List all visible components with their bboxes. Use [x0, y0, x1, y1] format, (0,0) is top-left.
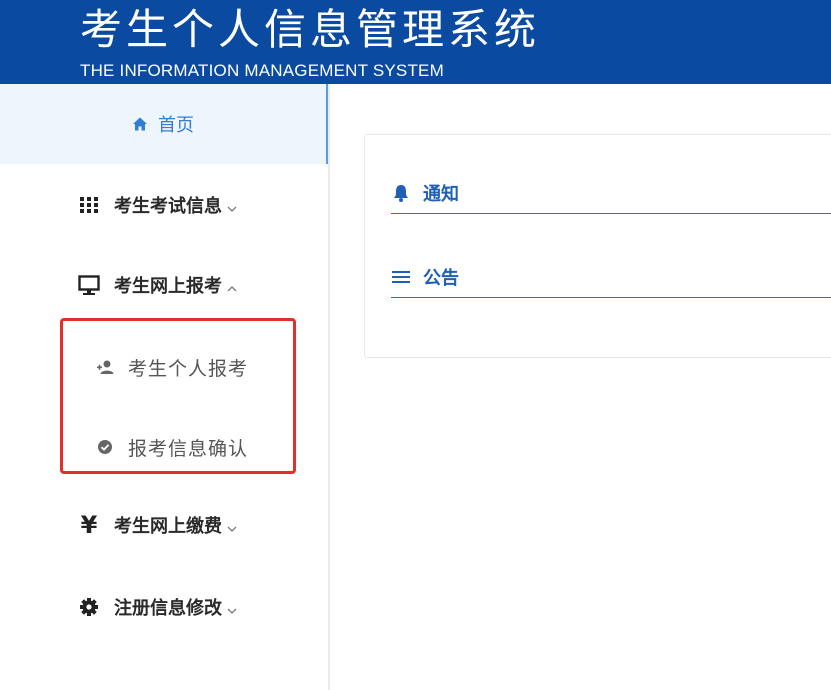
app-header: 考生个人信息管理系统 THE INFORMATION MANAGEMENT SY… [0, 0, 831, 84]
sidebar-item-online-registration[interactable]: 考生网上报考 [78, 270, 238, 300]
menu-lines-icon [391, 267, 411, 287]
chevron-up-icon [226, 279, 238, 292]
sidebar-item-online-payment[interactable]: ¥ 考生网上缴费 [78, 510, 238, 540]
main-content: 通知 公告 [330, 84, 831, 690]
sidebar-item-home[interactable]: 首页 [0, 84, 328, 164]
chevron-down-icon [226, 199, 238, 212]
announcement-label: 公告 [423, 268, 459, 289]
chevron-down-icon [226, 519, 238, 532]
announcement-row[interactable]: 公告 [391, 257, 831, 298]
bell-icon [391, 183, 411, 203]
home-icon [132, 116, 148, 132]
app-subtitle: THE INFORMATION MANAGEMENT SYSTEM [80, 61, 444, 80]
app-title: 考生个人信息管理系统 [80, 5, 541, 54]
sidebar-item-edit-registration[interactable]: 注册信息修改 [78, 592, 238, 622]
sidebar-item-exam-info-label: 考生考试信息 [114, 196, 222, 217]
notice-label: 通知 [423, 184, 459, 205]
sidebar-item-exam-info[interactable]: 考生考试信息 [78, 190, 238, 220]
monitor-icon [78, 274, 100, 296]
sidebar-item-online-registration-label: 考生网上报考 [114, 276, 222, 297]
highlight-annotation-box [60, 318, 296, 474]
chevron-down-icon [226, 601, 238, 614]
sidebar-item-edit-registration-label: 注册信息修改 [114, 598, 222, 619]
yen-icon: ¥ [80, 511, 98, 539]
gear-icon [78, 596, 100, 618]
sidebar: 首页 考生考试信息 考生网上报考 考生个人报考 报考信息确认 ¥ 考生网上缴费 … [0, 84, 330, 690]
sidebar-item-home-label: 首页 [158, 115, 194, 136]
grid-icon [78, 194, 100, 216]
sidebar-item-online-payment-label: 考生网上缴费 [114, 516, 222, 537]
notice-panel: 通知 公告 [364, 134, 831, 358]
notice-row[interactable]: 通知 [391, 173, 831, 214]
